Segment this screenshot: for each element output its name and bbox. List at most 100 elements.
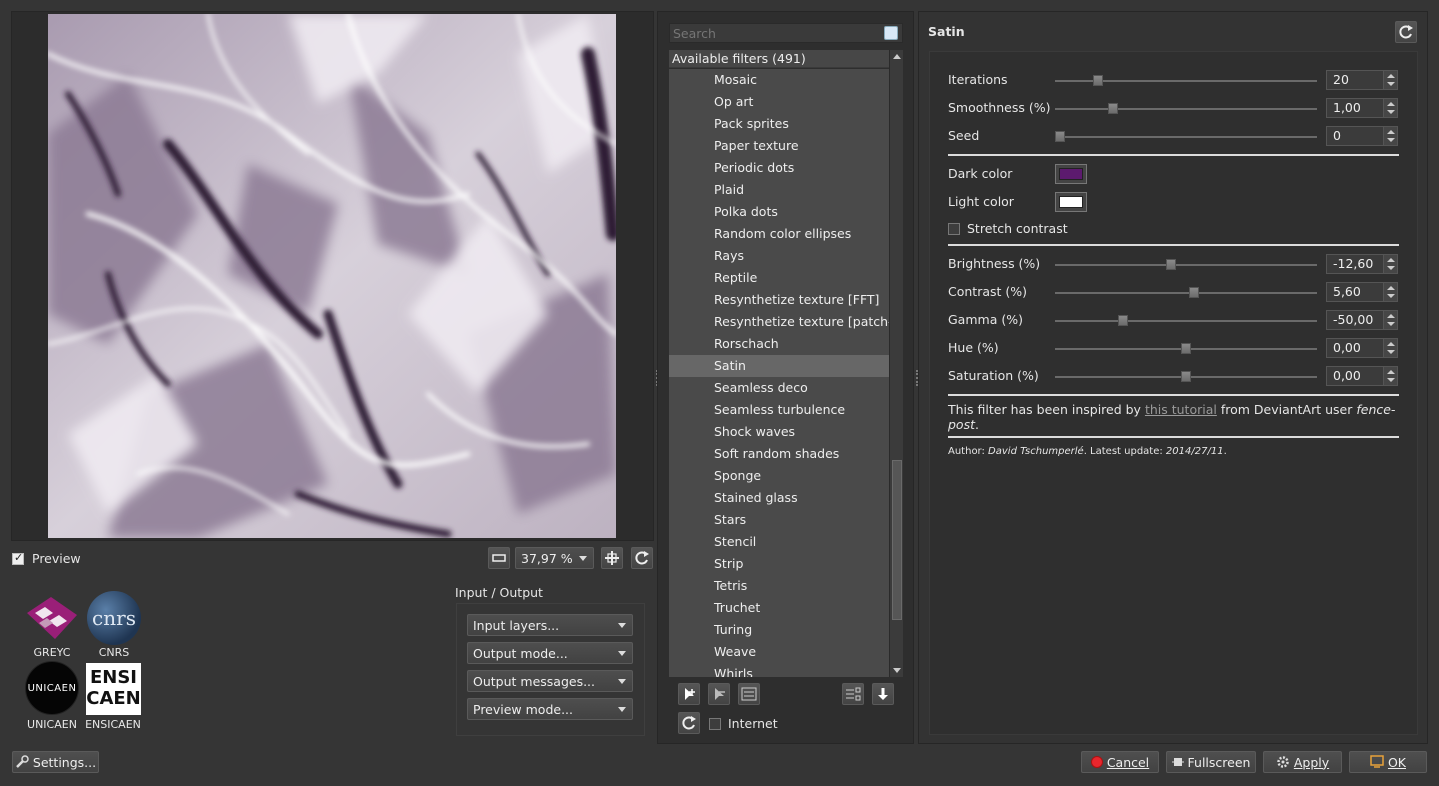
remove-favorite-button[interactable] bbox=[708, 683, 730, 705]
filter-item[interactable]: Soft random shades bbox=[669, 443, 889, 465]
spin-arrows-icon[interactable] bbox=[1383, 283, 1397, 301]
filter-item[interactable]: Paper texture bbox=[669, 135, 889, 157]
filter-item[interactable]: Mosaic bbox=[669, 69, 889, 91]
slider-handle[interactable] bbox=[1108, 103, 1118, 114]
spin-arrows-icon[interactable] bbox=[1383, 99, 1397, 117]
filter-item[interactable]: Reptile bbox=[669, 267, 889, 289]
input-layers-combo[interactable]: Input layers... bbox=[467, 614, 633, 636]
filter-item[interactable]: Resynthetize texture [patch-b bbox=[669, 311, 889, 333]
zoom-combo[interactable]: 37,97 % bbox=[515, 547, 594, 569]
param-spinbox[interactable]: -50,00 bbox=[1326, 310, 1398, 330]
slider-handle[interactable] bbox=[1181, 371, 1191, 382]
spin-arrows-icon[interactable] bbox=[1383, 71, 1397, 89]
add-favorite-button[interactable] bbox=[678, 683, 700, 705]
reset-params-button[interactable] bbox=[1395, 21, 1417, 43]
param-slider[interactable] bbox=[1055, 75, 1317, 86]
download-filters-button[interactable] bbox=[872, 683, 894, 705]
filter-item[interactable]: Satin bbox=[669, 355, 889, 377]
stretch-contrast-checkbox[interactable] bbox=[948, 222, 960, 235]
param-spinbox[interactable]: 5,60 bbox=[1326, 282, 1398, 302]
toggle-visibility-button[interactable] bbox=[842, 683, 864, 705]
scroll-thumb[interactable] bbox=[892, 460, 902, 620]
filter-item[interactable]: Rorschach bbox=[669, 333, 889, 355]
filter-item[interactable]: Resynthetize texture [FFT] bbox=[669, 289, 889, 311]
filters-list[interactable]: Mosaic Op art Pack sprites Paper texture Per… bbox=[669, 69, 889, 677]
tutorial-link[interactable]: this tutorial bbox=[1145, 402, 1217, 417]
dark-color-button[interactable] bbox=[1055, 164, 1087, 184]
slider-handle[interactable] bbox=[1118, 315, 1128, 326]
fullscreen-button[interactable]: Fullscreen bbox=[1166, 751, 1256, 773]
filter-item[interactable]: Whirls bbox=[669, 663, 889, 677]
filter-item[interactable]: Turing bbox=[669, 619, 889, 641]
param-slider[interactable] bbox=[1055, 287, 1317, 298]
filter-item[interactable]: Op art bbox=[669, 91, 889, 113]
preview-mode-combo[interactable]: Preview mode... bbox=[467, 698, 633, 720]
filter-item[interactable]: Truchet bbox=[669, 597, 889, 619]
spin-arrows-icon[interactable] bbox=[1383, 367, 1397, 385]
param-spinbox[interactable]: 0,00 bbox=[1326, 366, 1398, 386]
param-spinbox[interactable]: -12,60 bbox=[1326, 254, 1398, 274]
spin-arrows-icon[interactable] bbox=[1383, 339, 1397, 357]
internet-checkbox[interactable] bbox=[709, 717, 721, 730]
scroll-down-icon[interactable] bbox=[893, 668, 901, 673]
filter-item[interactable]: Stained glass bbox=[669, 487, 889, 509]
light-color-button[interactable] bbox=[1055, 192, 1087, 212]
param-slider[interactable] bbox=[1055, 103, 1317, 114]
slider-handle[interactable] bbox=[1055, 131, 1065, 142]
filter-item[interactable]: Seamless turbulence bbox=[669, 399, 889, 421]
preview-toggle[interactable]: Preview bbox=[12, 551, 81, 566]
filter-item[interactable]: Seamless deco bbox=[669, 377, 889, 399]
preview-checkbox[interactable] bbox=[12, 551, 24, 565]
zoom-out-button[interactable] bbox=[488, 547, 510, 569]
filter-item[interactable]: Tetris bbox=[669, 575, 889, 597]
filters-scrollbar[interactable] bbox=[889, 50, 903, 677]
filter-item[interactable]: Pack sprites bbox=[669, 113, 889, 135]
preview-image[interactable] bbox=[48, 14, 616, 538]
param-spinbox[interactable]: 0 bbox=[1326, 126, 1398, 146]
param-slider[interactable] bbox=[1055, 315, 1317, 326]
param-spinbox[interactable]: 1,00 bbox=[1326, 98, 1398, 118]
slider-handle[interactable] bbox=[1189, 287, 1199, 298]
param-spinbox[interactable]: 20 bbox=[1326, 70, 1398, 90]
stretch-contrast-toggle[interactable]: Stretch contrast bbox=[948, 221, 1068, 236]
filter-item[interactable]: Strip bbox=[669, 553, 889, 575]
filter-item[interactable]: Sponge bbox=[669, 465, 889, 487]
filter-item[interactable]: Stars bbox=[669, 509, 889, 531]
refresh-preview-button[interactable] bbox=[631, 547, 653, 569]
search-input[interactable] bbox=[669, 23, 903, 43]
filter-item[interactable]: Stencil bbox=[669, 531, 889, 553]
param-slider[interactable] bbox=[1055, 343, 1317, 354]
param-slider[interactable] bbox=[1055, 259, 1317, 270]
internet-toggle[interactable]: Internet bbox=[709, 716, 778, 731]
param-spinbox[interactable]: 0,00 bbox=[1326, 338, 1398, 358]
search-icon[interactable] bbox=[884, 26, 898, 40]
filter-item[interactable]: Periodic dots bbox=[669, 157, 889, 179]
spin-arrows-icon[interactable] bbox=[1383, 255, 1397, 273]
settings-button[interactable]: Settings... bbox=[12, 751, 99, 773]
output-messages-combo[interactable]: Output messages... bbox=[467, 670, 633, 692]
output-mode-combo[interactable]: Output mode... bbox=[467, 642, 633, 664]
filter-item[interactable]: Random color ellipses bbox=[669, 223, 889, 245]
spin-arrows-icon[interactable] bbox=[1383, 127, 1397, 145]
param-slider[interactable] bbox=[1055, 131, 1317, 142]
filters-header[interactable]: Available filters (491) bbox=[669, 50, 889, 68]
filter-item[interactable]: Shock waves bbox=[669, 421, 889, 443]
cancel-button[interactable]: Cancel bbox=[1081, 751, 1159, 773]
filter-item[interactable]: Weave bbox=[669, 641, 889, 663]
scroll-up-icon[interactable] bbox=[893, 54, 901, 59]
filter-item[interactable]: Polka dots bbox=[669, 201, 889, 223]
zoom-in-button[interactable] bbox=[601, 547, 623, 569]
slider-handle[interactable] bbox=[1181, 343, 1191, 354]
filter-item[interactable]: Plaid bbox=[669, 179, 889, 201]
param-slider[interactable] bbox=[1055, 371, 1317, 382]
refresh-filters-button[interactable] bbox=[678, 712, 700, 734]
ok-button[interactable]: OK bbox=[1349, 751, 1427, 773]
apply-button[interactable]: Apply bbox=[1263, 751, 1342, 773]
slider-handle[interactable] bbox=[1093, 75, 1103, 86]
rename-favorite-button[interactable] bbox=[738, 683, 760, 705]
spin-arrows-icon[interactable] bbox=[1383, 311, 1397, 329]
filter-item[interactable]: Rays bbox=[669, 245, 889, 267]
slider-handle[interactable] bbox=[1166, 259, 1176, 270]
dark-color-swatch bbox=[1059, 168, 1083, 180]
ensicaen-label: ENSICAEN bbox=[85, 718, 141, 731]
